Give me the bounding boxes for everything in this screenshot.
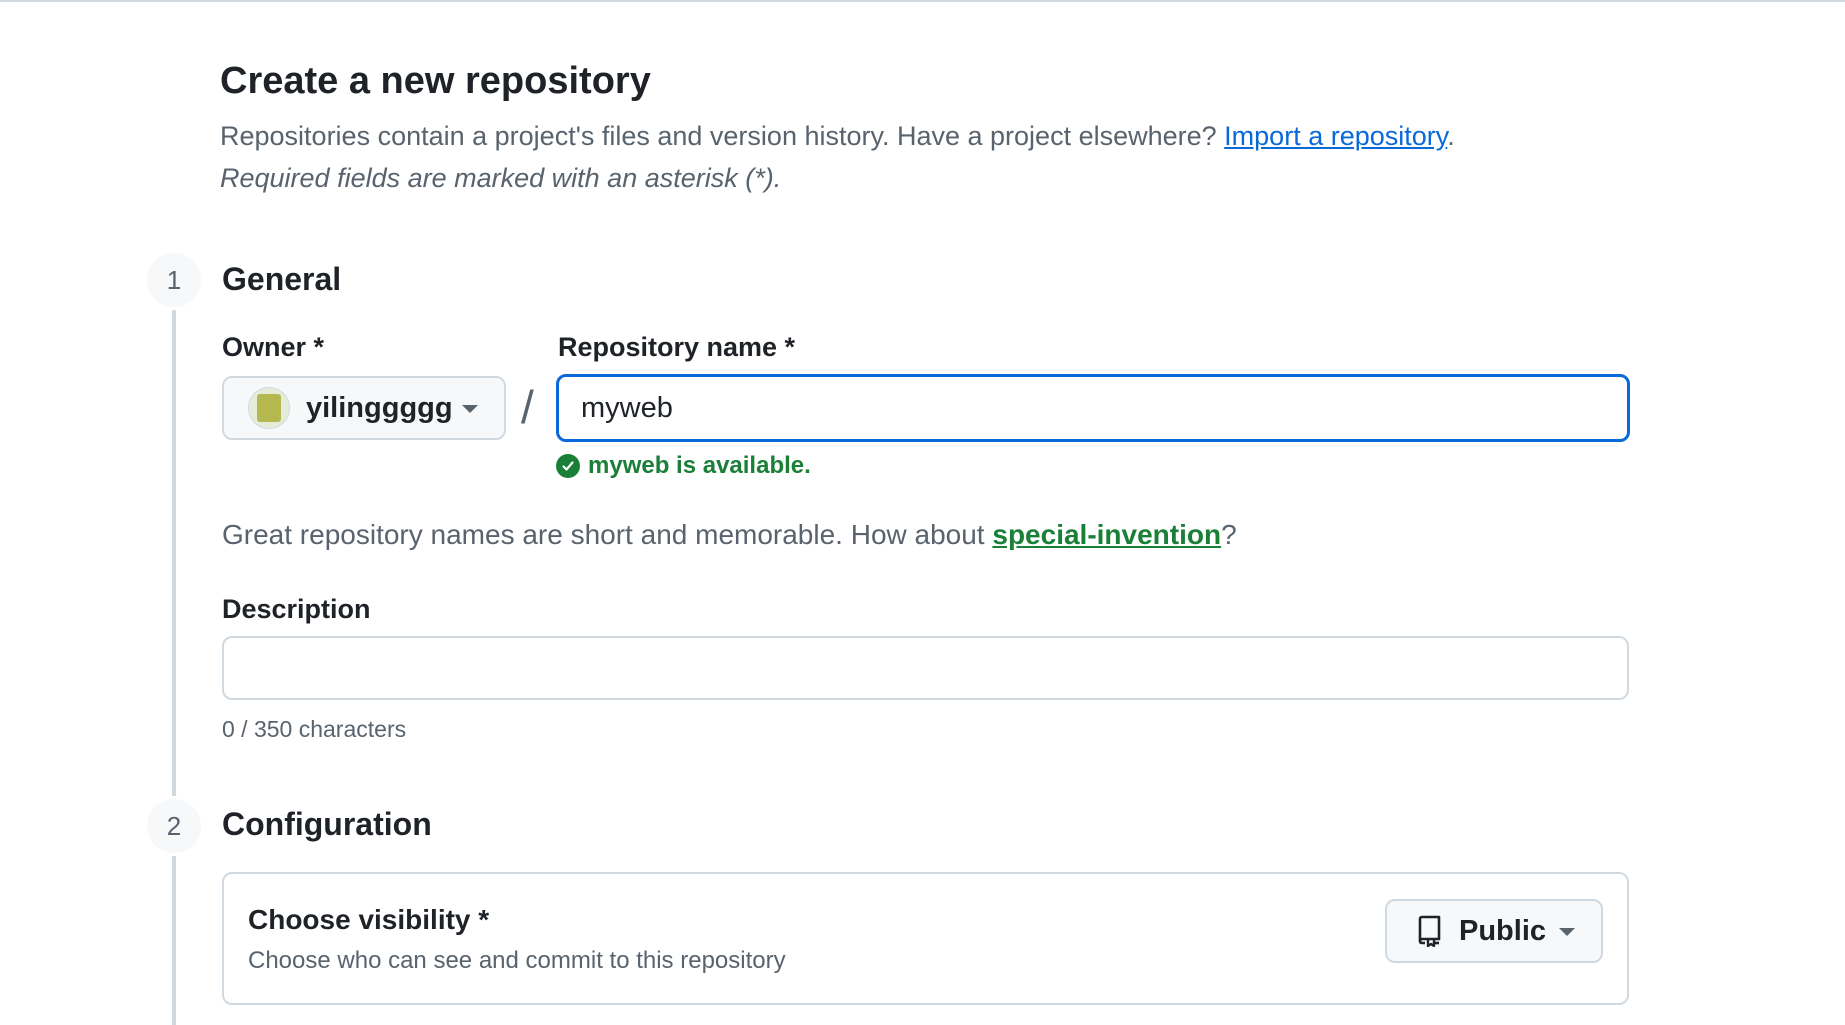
page-title: Create a new repository [220, 60, 651, 102]
repo-icon [1418, 915, 1441, 947]
import-repository-link[interactable]: Import a repository [1224, 121, 1447, 151]
visibility-title: Choose visibility * [248, 904, 490, 935]
description-char-count: 0 / 350 characters [222, 716, 407, 742]
section-title-general: General [222, 261, 342, 297]
repository-name-input[interactable] [556, 374, 1630, 442]
suggestion-question-mark: ? [1221, 519, 1237, 550]
chevron-down-icon [462, 405, 478, 413]
subtitle-period: . [1447, 121, 1455, 151]
repository-name-label: Repository name * [558, 332, 796, 362]
owner-name: yilinggggg [306, 391, 453, 424]
check-circle-icon [556, 454, 580, 478]
required-fields-note: Required fields are marked with an aster… [220, 163, 782, 193]
availability-text: myweb is available. [588, 452, 811, 479]
description-input[interactable] [222, 636, 1629, 700]
owner-select-button[interactable]: yilinggggg [222, 376, 506, 440]
visibility-description: Choose who can see and commit to this re… [248, 947, 786, 974]
subtitle-text: Repositories contain a project's files a… [220, 121, 1217, 151]
availability-message: myweb is available. [556, 452, 811, 480]
step-number-1: 1 [144, 250, 204, 310]
step-number-2: 2 [144, 796, 204, 856]
suggestion-text: Great repository names are short and mem… [222, 519, 985, 550]
description-label: Description [222, 594, 371, 624]
page-subtitle: Repositories contain a project's files a… [220, 121, 1455, 152]
name-suggestion: Great repository names are short and mem… [222, 519, 1237, 551]
owner-repo-separator: / [521, 381, 534, 433]
visibility-value: Public [1459, 914, 1547, 947]
check-icon [562, 461, 574, 471]
avatar [248, 387, 290, 429]
section-title-configuration: Configuration [222, 806, 432, 842]
owner-label: Owner * [222, 332, 325, 362]
suggested-name-link[interactable]: special-invention [992, 519, 1221, 550]
top-border [0, 0, 1845, 2]
chevron-down-icon [1559, 928, 1575, 936]
timeline-line [172, 305, 176, 1025]
visibility-select-button[interactable]: Public [1385, 899, 1603, 963]
